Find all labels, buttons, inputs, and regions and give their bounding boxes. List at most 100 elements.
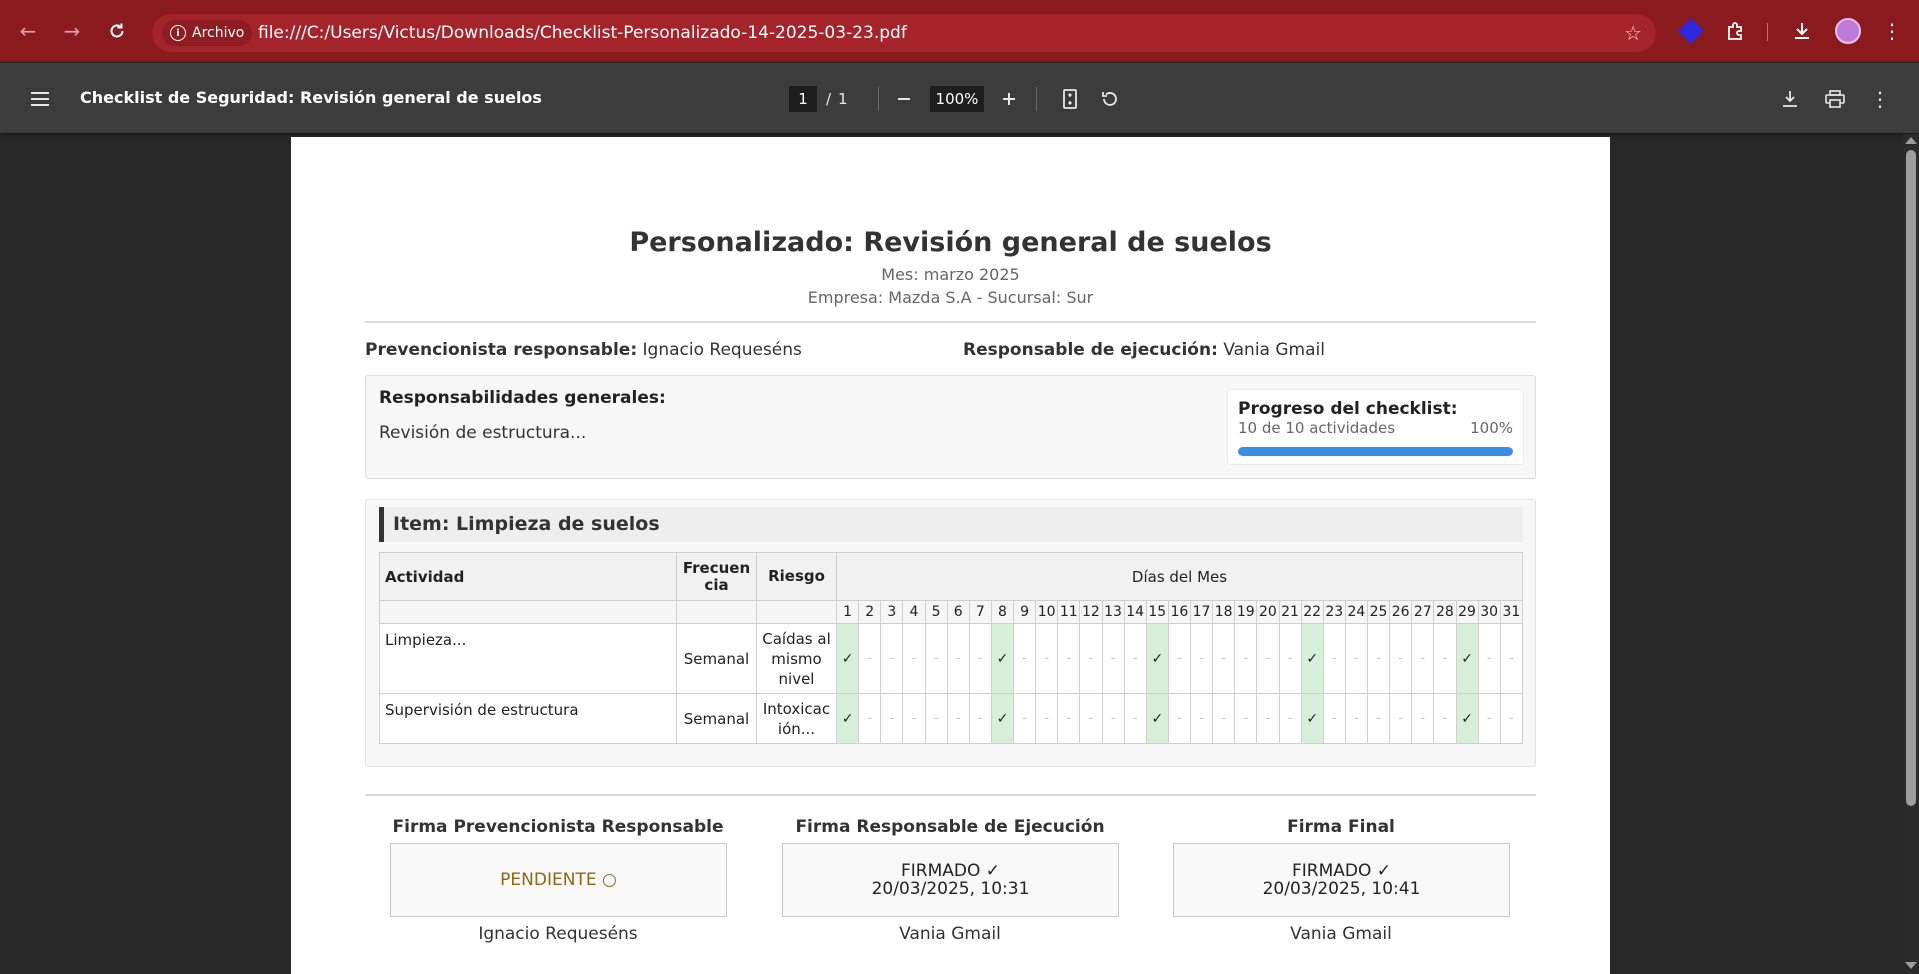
day-cell-empty[interactable]: - bbox=[902, 623, 926, 694]
day-cell-empty[interactable]: - bbox=[1057, 693, 1081, 744]
day-cell-empty[interactable]: - bbox=[1389, 693, 1413, 744]
scrollbar-thumb[interactable] bbox=[1906, 150, 1916, 806]
address-bar[interactable]: i Archivo file:///C:/Users/Victus/Downlo… bbox=[152, 14, 1656, 52]
day-cell-checked[interactable]: ✓ bbox=[1145, 693, 1169, 744]
scroll-down-arrow-icon[interactable] bbox=[1905, 962, 1917, 969]
signature-box-pending[interactable]: PENDIENTE ○ bbox=[390, 843, 727, 917]
day-cell-empty[interactable]: - bbox=[880, 693, 904, 744]
day-cell-empty[interactable]: - bbox=[1256, 693, 1280, 744]
day-cell-empty[interactable]: - bbox=[1123, 693, 1147, 744]
day-cell-empty[interactable]: - bbox=[1079, 623, 1103, 694]
fit-page-icon[interactable] bbox=[1056, 85, 1084, 113]
day-cell-empty[interactable]: - bbox=[1079, 693, 1103, 744]
day-cell-empty[interactable]: - bbox=[1433, 623, 1457, 694]
day-cell-empty[interactable]: - bbox=[1035, 693, 1059, 744]
day-cell-empty[interactable]: - bbox=[924, 693, 948, 744]
day-cell-empty[interactable]: - bbox=[1477, 623, 1501, 694]
day-cell-empty[interactable]: - bbox=[1411, 623, 1435, 694]
day-cell-empty[interactable]: - bbox=[1035, 623, 1059, 694]
day-cell-empty[interactable]: - bbox=[1234, 623, 1258, 694]
day-cell-empty[interactable]: - bbox=[1344, 623, 1369, 694]
day-cell-empty[interactable]: - bbox=[1411, 693, 1435, 744]
day-cell-empty[interactable]: - bbox=[858, 623, 882, 694]
day-cell-empty[interactable]: - bbox=[946, 693, 970, 744]
risk-cell: Intoxicac ión... bbox=[756, 693, 837, 744]
day-cell-empty[interactable]: - bbox=[1101, 693, 1125, 744]
day-cell-empty[interactable]: - bbox=[1499, 623, 1524, 694]
day-cell-empty[interactable]: - bbox=[1256, 623, 1280, 694]
day-header-blank bbox=[676, 600, 757, 624]
day-cell-checked[interactable]: ✓ bbox=[1300, 623, 1324, 694]
day-cell-empty[interactable]: - bbox=[1278, 623, 1302, 694]
day-cell-empty[interactable]: - bbox=[1278, 693, 1302, 744]
day-cell-empty[interactable]: - bbox=[1234, 693, 1258, 744]
executor-label: Responsable de ejecución: bbox=[963, 340, 1218, 360]
day-header: 21 bbox=[1278, 600, 1302, 624]
day-header: 24 bbox=[1344, 600, 1369, 624]
extensions-puzzle-icon[interactable] bbox=[1722, 17, 1750, 45]
day-cell-empty[interactable]: - bbox=[1101, 623, 1125, 694]
day-header: 31 bbox=[1499, 600, 1524, 624]
day-cell-empty[interactable]: - bbox=[946, 623, 970, 694]
day-cell-empty[interactable]: - bbox=[1012, 693, 1037, 744]
day-cell-empty[interactable]: - bbox=[1123, 623, 1147, 694]
day-cell-empty[interactable]: - bbox=[880, 623, 904, 694]
zoom-out-icon[interactable] bbox=[890, 85, 918, 113]
day-cell-empty[interactable]: - bbox=[1012, 623, 1037, 694]
day-cell-empty[interactable]: - bbox=[1433, 693, 1457, 744]
day-cell-checked[interactable]: ✓ bbox=[990, 693, 1015, 744]
day-cell-empty[interactable]: - bbox=[968, 623, 992, 694]
back-icon[interactable]: ← bbox=[14, 17, 42, 45]
site-info-chip[interactable]: i Archivo bbox=[162, 20, 253, 46]
day-cell-empty[interactable]: - bbox=[1499, 693, 1524, 744]
download-icon[interactable] bbox=[1788, 17, 1816, 45]
day-cell-empty[interactable]: - bbox=[1212, 693, 1236, 744]
url-text[interactable]: file:///C:/Users/Victus/Downloads/Checkl… bbox=[258, 23, 907, 43]
signature-box-signed[interactable]: FIRMADO ✓ 20/03/2025, 10:31 bbox=[782, 843, 1119, 917]
day-cell-empty[interactable]: - bbox=[1167, 623, 1192, 694]
day-cell-empty[interactable]: - bbox=[1189, 623, 1214, 694]
forward-icon[interactable]: → bbox=[58, 17, 86, 45]
signature-box-signed[interactable]: FIRMADO ✓ 20/03/2025, 10:41 bbox=[1173, 843, 1510, 917]
hamburger-menu-icon[interactable] bbox=[26, 85, 54, 113]
day-cell-empty[interactable]: - bbox=[1212, 623, 1236, 694]
day-cell-checked[interactable]: ✓ bbox=[1455, 693, 1479, 744]
print-icon[interactable] bbox=[1821, 85, 1849, 113]
profile-avatar[interactable] bbox=[1834, 17, 1862, 45]
zoom-input[interactable]: 100% bbox=[930, 86, 984, 112]
preventionist-label: Prevencionista responsable: bbox=[365, 340, 638, 360]
day-cell-checked[interactable]: ✓ bbox=[835, 623, 860, 694]
scroll-up-arrow-icon[interactable] bbox=[1905, 137, 1917, 144]
day-cell-empty[interactable]: - bbox=[1366, 693, 1391, 744]
pdf-more-icon[interactable]: ⋮ bbox=[1866, 85, 1894, 113]
day-cell-checked[interactable]: ✓ bbox=[1300, 693, 1324, 744]
bookmark-star-icon[interactable]: ☆ bbox=[1624, 21, 1642, 45]
day-cell-empty[interactable]: - bbox=[1057, 623, 1081, 694]
day-cell-checked[interactable]: ✓ bbox=[1145, 623, 1169, 694]
day-cell-empty[interactable]: - bbox=[1477, 693, 1501, 744]
day-cell-empty[interactable]: - bbox=[924, 623, 948, 694]
day-cell-checked[interactable]: ✓ bbox=[835, 693, 860, 744]
day-cell-checked[interactable]: ✓ bbox=[990, 623, 1015, 694]
progress-count: 10 de 10 actividades bbox=[1238, 419, 1396, 437]
pdf-download-icon[interactable] bbox=[1776, 85, 1804, 113]
extension-diamond-icon[interactable] bbox=[1677, 17, 1705, 45]
day-cell-empty[interactable]: - bbox=[968, 693, 992, 744]
activity-cell: Limpieza... bbox=[379, 623, 677, 694]
day-cell-empty[interactable]: - bbox=[1167, 693, 1192, 744]
day-cell-checked[interactable]: ✓ bbox=[1455, 623, 1479, 694]
table-header-row: Actividad Frecuen cia Riesgo Días del Me… bbox=[379, 552, 1523, 601]
page-number-input[interactable]: 1 bbox=[789, 86, 817, 112]
browser-menu-icon[interactable]: ⋮ bbox=[1878, 17, 1906, 45]
day-cell-empty[interactable]: - bbox=[1189, 693, 1214, 744]
day-cell-empty[interactable]: - bbox=[858, 693, 882, 744]
day-cell-empty[interactable]: - bbox=[1344, 693, 1369, 744]
reload-icon[interactable] bbox=[103, 17, 131, 45]
day-cell-empty[interactable]: - bbox=[1389, 623, 1413, 694]
day-cell-empty[interactable]: - bbox=[902, 693, 926, 744]
day-cell-empty[interactable]: - bbox=[1322, 623, 1346, 694]
rotate-icon[interactable] bbox=[1096, 85, 1124, 113]
day-cell-empty[interactable]: - bbox=[1366, 623, 1391, 694]
zoom-in-icon[interactable] bbox=[995, 85, 1023, 113]
day-cell-empty[interactable]: - bbox=[1322, 693, 1346, 744]
